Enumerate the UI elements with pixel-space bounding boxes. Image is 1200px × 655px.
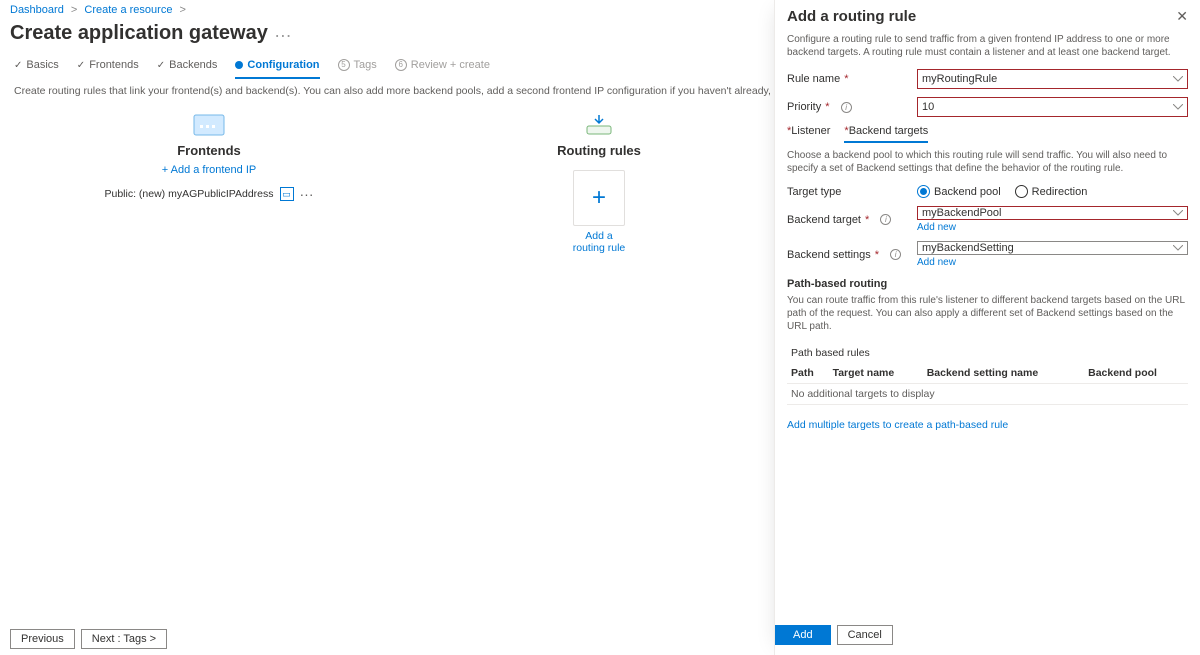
tab-frontends[interactable]: ✓Frontends	[77, 59, 139, 79]
plus-icon: +	[592, 186, 606, 210]
add-multiple-targets-link[interactable]: Add multiple targets to create a path-ba…	[787, 419, 1008, 431]
info-icon[interactable]: i	[890, 249, 901, 260]
breadcrumb-create-resource[interactable]: Create a resource	[84, 4, 172, 16]
path-rules-caption: Path based rules	[787, 343, 1188, 363]
check-icon: ✓	[77, 60, 85, 71]
previous-button[interactable]: Previous	[10, 629, 75, 649]
close-icon[interactable]: ✕	[1176, 8, 1188, 25]
panel-title: Add a routing rule	[787, 8, 916, 25]
th-target-name: Target name	[829, 363, 923, 384]
backend-target-label: Backend target	[787, 214, 861, 226]
add-button[interactable]: Add	[775, 625, 831, 645]
step-number-icon: 6	[395, 59, 407, 71]
priority-input[interactable]	[917, 97, 1188, 117]
tab-tags[interactable]: 5Tags	[338, 59, 377, 79]
page-title-ellipsis[interactable]: …	[274, 21, 292, 42]
check-icon: ✓	[14, 60, 22, 71]
backend-tab-description: Choose a backend pool to which this rout…	[787, 149, 1188, 175]
rule-name-input[interactable]	[917, 69, 1188, 89]
check-icon: ✓	[157, 60, 165, 71]
page-title: Create application gateway	[10, 22, 268, 45]
routing-rules-title: Routing rules	[557, 143, 641, 158]
priority-label: Priority	[787, 101, 821, 113]
th-backend-setting: Backend setting name	[923, 363, 1084, 384]
add-new-backend-target-link[interactable]: Add new	[917, 222, 1188, 233]
routing-rules-column: Routing rules + Add a routing rule	[404, 111, 794, 254]
tab-listener[interactable]: *Listener	[787, 125, 830, 143]
info-icon[interactable]: i	[880, 214, 891, 225]
next-button[interactable]: Next : Tags >	[81, 629, 167, 649]
backend-settings-label: Backend settings	[787, 249, 871, 261]
path-based-routing-heading: Path-based routing	[787, 278, 1188, 290]
cancel-button[interactable]: Cancel	[837, 625, 893, 645]
add-routing-rule-card[interactable]: +	[573, 170, 625, 226]
add-routing-rule-caption[interactable]: Add a routing rule	[569, 230, 629, 254]
target-type-label: Target type	[787, 186, 841, 198]
radio-backend-pool[interactable]: Backend pool	[917, 185, 1001, 198]
frontend-ip-item: Public: (new) myAGPublicIPAddress ▭ ···	[104, 186, 313, 202]
add-new-backend-settings-link[interactable]: Add new	[917, 257, 1188, 268]
tab-backends[interactable]: ✓Backends	[157, 59, 218, 79]
rule-name-label: Rule name	[787, 73, 840, 85]
breadcrumb-sep: >	[71, 4, 77, 16]
th-path: Path	[787, 363, 829, 384]
backend-settings-select[interactable]: myBackendSetting	[917, 241, 1188, 255]
add-frontend-ip-link[interactable]: + Add a frontend IP	[162, 164, 257, 176]
add-routing-rule-panel: Add a routing rule ✕ Configure a routing…	[774, 0, 1200, 655]
more-icon[interactable]: ···	[300, 186, 314, 202]
frontends-column: Frontends + Add a frontend IP Public: (n…	[14, 111, 404, 254]
routing-rules-icon	[580, 111, 618, 139]
radio-redirection[interactable]: Redirection	[1015, 185, 1088, 198]
path-based-routing-description: You can route traffic from this rule's l…	[787, 294, 1188, 333]
frontend-ip-label: Public: (new) myAGPublicIPAddress	[104, 188, 273, 200]
frontends-title: Frontends	[177, 143, 241, 158]
frontends-icon	[190, 111, 228, 139]
panel-description: Configure a routing rule to send traffic…	[787, 33, 1188, 59]
dot-icon	[235, 61, 243, 69]
tab-configuration[interactable]: Configuration	[235, 59, 319, 79]
tab-review[interactable]: 6Review + create	[395, 59, 490, 79]
info-icon[interactable]: i	[841, 102, 852, 113]
tab-backend-targets[interactable]: *Backend targets	[844, 125, 928, 143]
breadcrumb-sep: >	[180, 4, 186, 16]
breadcrumb-dashboard[interactable]: Dashboard	[10, 4, 64, 16]
path-rules-table: Path based rules Path Target name Backen…	[787, 343, 1188, 405]
backend-target-select[interactable]: myBackendPool	[917, 206, 1188, 220]
th-backend-pool: Backend pool	[1084, 363, 1188, 384]
edit-icon[interactable]: ▭	[280, 187, 294, 201]
step-number-icon: 5	[338, 59, 350, 71]
tab-basics[interactable]: ✓Basics	[14, 59, 59, 79]
table-empty-row: No additional targets to display	[787, 384, 1188, 405]
